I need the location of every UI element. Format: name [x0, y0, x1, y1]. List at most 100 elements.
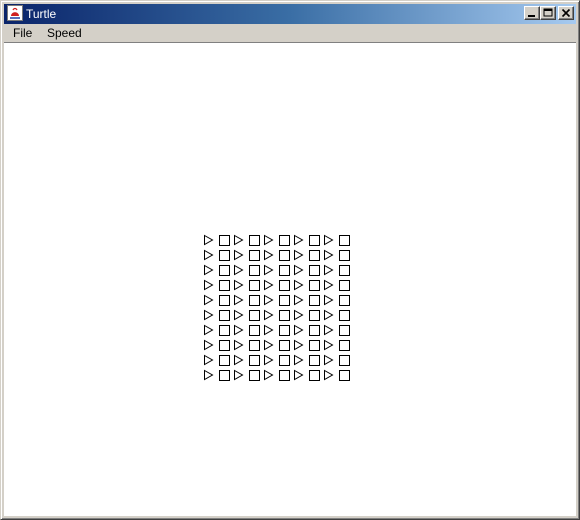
triangle-turtle-shape [324, 294, 334, 306]
triangle-turtle-shape [294, 309, 304, 321]
triangle-turtle-shape [234, 279, 244, 291]
triangle-turtle-shape [324, 369, 334, 381]
square-turtle-shape [339, 295, 350, 306]
triangle-turtle-shape [264, 279, 274, 291]
square-turtle-shape [219, 355, 230, 366]
turtle-window: Turtle File Speed [0, 0, 580, 520]
square-turtle-shape [219, 235, 230, 246]
square-turtle-shape [219, 295, 230, 306]
square-turtle-shape [309, 265, 320, 276]
triangle-turtle-shape [324, 354, 334, 366]
square-turtle-shape [249, 235, 260, 246]
triangle-turtle-shape [234, 324, 244, 336]
square-turtle-shape [279, 280, 290, 291]
square-turtle-shape [219, 250, 230, 261]
turtle-drawing [204, 234, 350, 381]
square-turtle-shape [249, 370, 260, 381]
square-turtle-shape [219, 340, 230, 351]
triangle-turtle-shape [294, 324, 304, 336]
square-turtle-shape [339, 325, 350, 336]
triangle-turtle-shape [294, 264, 304, 276]
square-turtle-shape [279, 340, 290, 351]
triangle-turtle-shape [234, 294, 244, 306]
triangle-turtle-shape [234, 264, 244, 276]
square-turtle-shape [309, 370, 320, 381]
square-turtle-shape [309, 325, 320, 336]
square-turtle-shape [279, 250, 290, 261]
square-turtle-shape [219, 265, 230, 276]
menu-speed[interactable]: Speed [42, 24, 87, 42]
square-turtle-shape [339, 370, 350, 381]
square-turtle-shape [249, 250, 260, 261]
triangle-turtle-shape [234, 249, 244, 261]
square-turtle-shape [279, 295, 290, 306]
square-turtle-shape [339, 250, 350, 261]
triangle-turtle-shape [324, 279, 334, 291]
maximize-button[interactable] [540, 6, 556, 20]
title-bar[interactable]: Turtle [4, 4, 576, 24]
triangle-turtle-shape [324, 309, 334, 321]
triangle-turtle-shape [264, 369, 274, 381]
triangle-turtle-shape [264, 294, 274, 306]
triangle-turtle-shape [264, 249, 274, 261]
triangle-turtle-shape [204, 339, 214, 351]
square-turtle-shape [249, 310, 260, 321]
triangle-turtle-shape [294, 234, 304, 246]
triangle-turtle-shape [324, 234, 334, 246]
triangle-turtle-shape [204, 309, 214, 321]
triangle-turtle-shape [294, 249, 304, 261]
triangle-turtle-shape [264, 234, 274, 246]
square-turtle-shape [309, 340, 320, 351]
square-turtle-shape [309, 355, 320, 366]
triangle-turtle-shape [204, 369, 214, 381]
square-turtle-shape [339, 310, 350, 321]
square-turtle-shape [309, 235, 320, 246]
window-title: Turtle [26, 7, 57, 21]
java-app-icon[interactable] [7, 5, 23, 21]
triangle-turtle-shape [204, 294, 214, 306]
triangle-turtle-shape [234, 369, 244, 381]
triangle-turtle-shape [264, 264, 274, 276]
turtle-canvas[interactable] [4, 42, 576, 516]
triangle-turtle-shape [234, 234, 244, 246]
triangle-turtle-shape [264, 339, 274, 351]
triangle-turtle-shape [324, 264, 334, 276]
triangle-turtle-shape [264, 309, 274, 321]
triangle-turtle-shape [204, 324, 214, 336]
triangle-turtle-shape [204, 354, 214, 366]
square-turtle-shape [339, 280, 350, 291]
square-turtle-shape [249, 325, 260, 336]
square-turtle-shape [339, 340, 350, 351]
square-turtle-shape [219, 280, 230, 291]
square-turtle-shape [249, 355, 260, 366]
square-turtle-shape [279, 310, 290, 321]
square-turtle-shape [309, 280, 320, 291]
square-turtle-shape [219, 310, 230, 321]
triangle-turtle-shape [324, 249, 334, 261]
square-turtle-shape [309, 310, 320, 321]
square-turtle-shape [249, 265, 260, 276]
menu-file[interactable]: File [8, 24, 37, 42]
triangle-turtle-shape [294, 294, 304, 306]
square-turtle-shape [249, 340, 260, 351]
square-turtle-shape [279, 355, 290, 366]
triangle-turtle-shape [204, 234, 214, 246]
triangle-turtle-shape [294, 369, 304, 381]
close-icon [561, 8, 571, 18]
triangle-turtle-shape [204, 249, 214, 261]
triangle-turtle-shape [234, 339, 244, 351]
triangle-turtle-shape [294, 339, 304, 351]
square-turtle-shape [279, 370, 290, 381]
square-turtle-shape [249, 295, 260, 306]
square-turtle-shape [309, 295, 320, 306]
triangle-turtle-shape [264, 324, 274, 336]
close-button[interactable] [558, 6, 574, 20]
triangle-turtle-shape [324, 324, 334, 336]
square-turtle-shape [219, 325, 230, 336]
square-turtle-shape [249, 280, 260, 291]
menu-bar: File Speed [4, 24, 576, 42]
minimize-button[interactable] [524, 6, 540, 20]
square-turtle-shape [279, 235, 290, 246]
square-turtle-shape [219, 370, 230, 381]
triangle-turtle-shape [324, 339, 334, 351]
